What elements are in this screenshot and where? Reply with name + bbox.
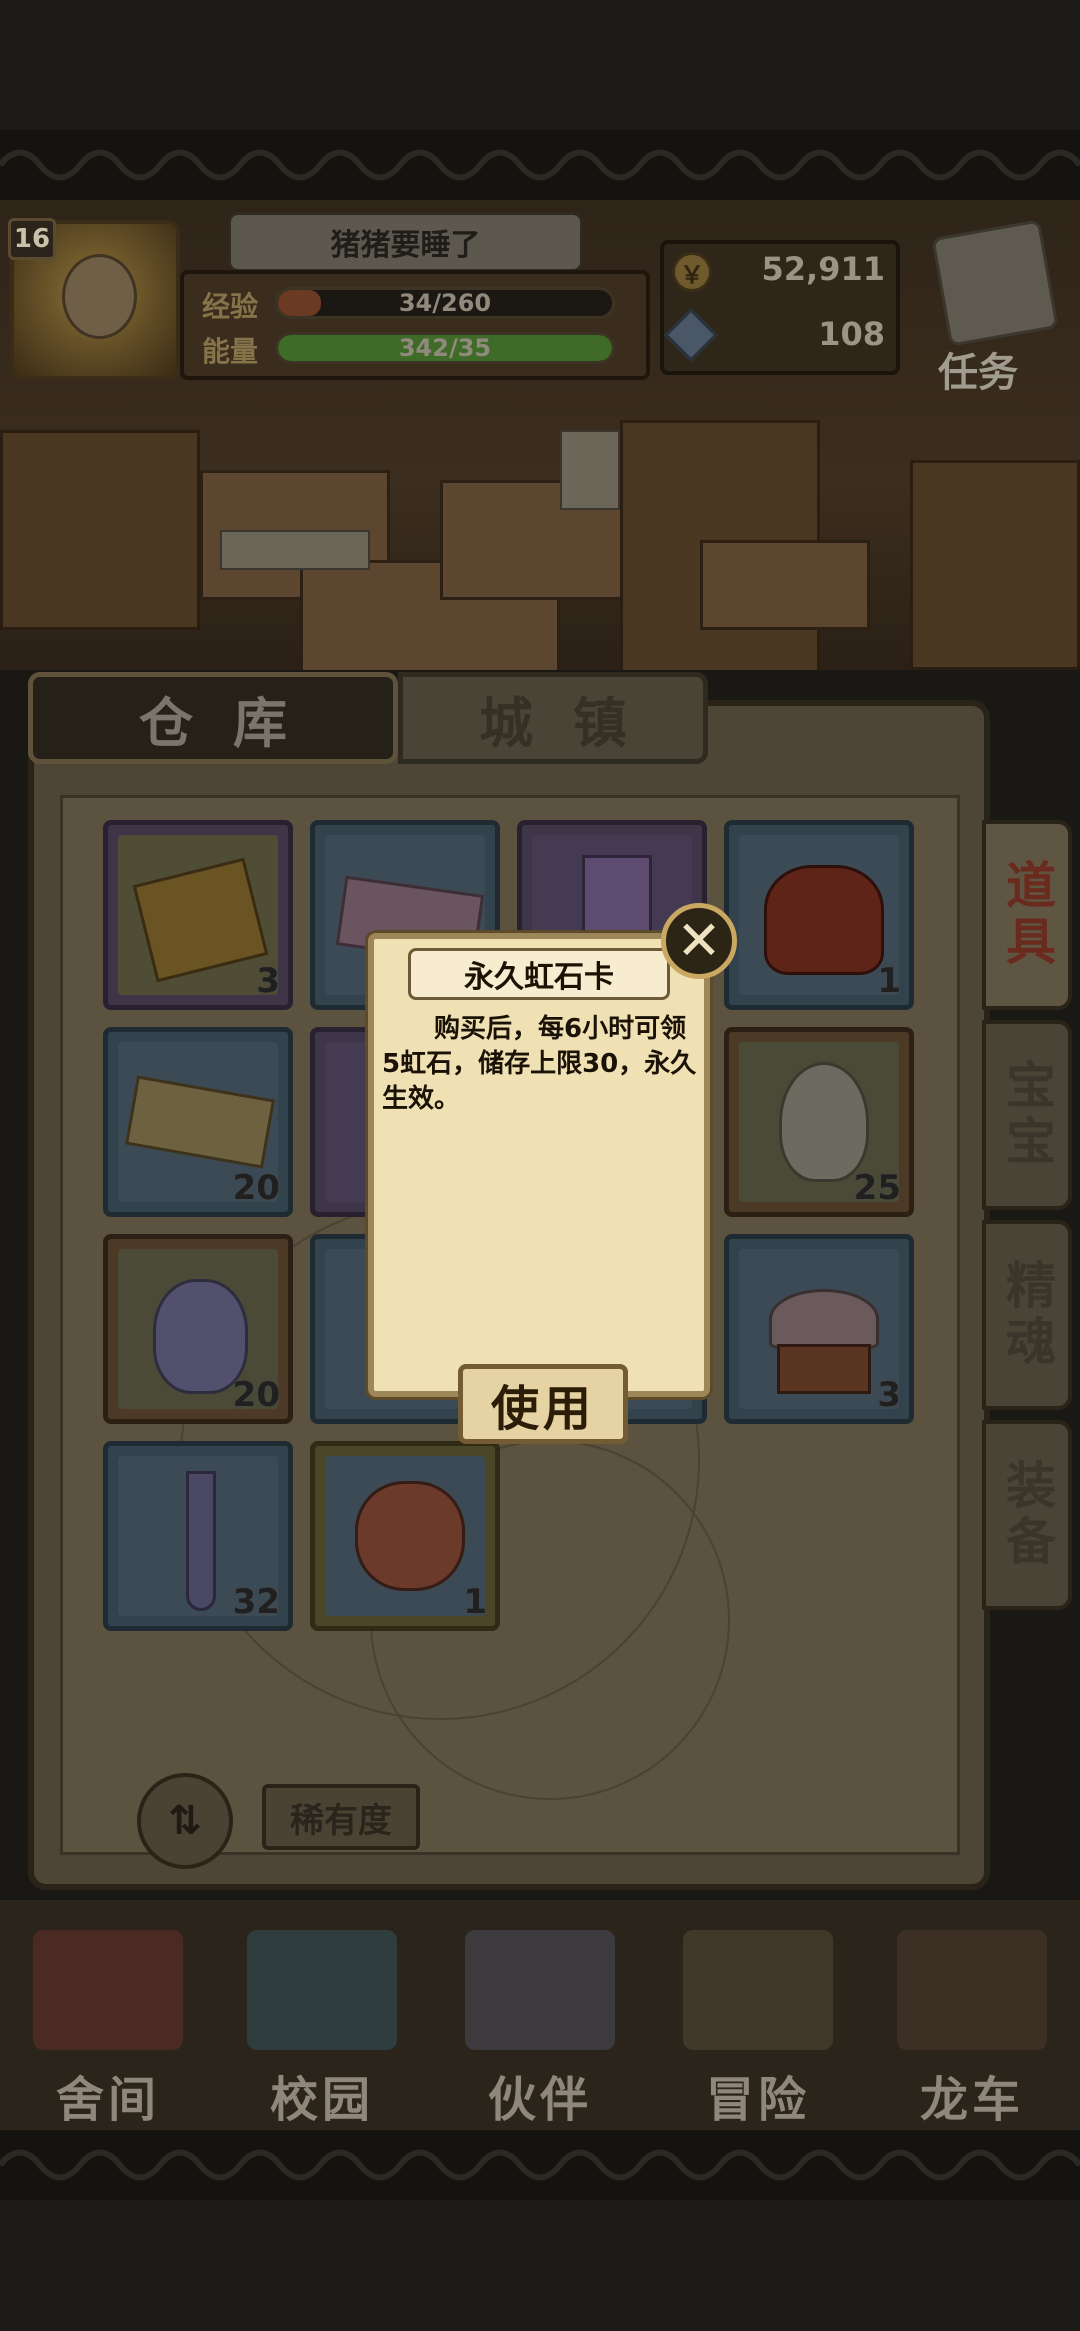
side-tab-souls[interactable]: 精魂 bbox=[982, 1220, 1072, 1410]
adventure-icon bbox=[683, 1930, 833, 2050]
nav-campus[interactable]: 校园 bbox=[222, 1920, 422, 2130]
nav-partner[interactable]: 伙伴 bbox=[440, 1920, 640, 2130]
item-detail-popup bbox=[368, 933, 710, 1397]
tab-town[interactable]: 城镇 bbox=[398, 672, 708, 764]
test-tube-icon bbox=[186, 1471, 216, 1611]
swirl-border bbox=[0, 130, 1080, 200]
item-count: 25 bbox=[853, 1168, 901, 1208]
gem-value: 108 bbox=[818, 315, 885, 353]
nav-label: 伙伴 bbox=[487, 2072, 592, 2128]
item-count: 1 bbox=[463, 1582, 487, 1622]
dragon-cart-icon bbox=[897, 1930, 1047, 2050]
house-icon bbox=[33, 1930, 183, 2050]
level-badge: 16 bbox=[8, 218, 56, 260]
nav-label: 冒险 bbox=[705, 2072, 810, 2128]
item-count: 20 bbox=[232, 1375, 280, 1415]
bottom-band bbox=[0, 2130, 1080, 2331]
rarity-sort-button[interactable]: 稀有度 bbox=[262, 1784, 420, 1850]
item-slot-gift-bag[interactable]: 1 bbox=[310, 1441, 500, 1631]
sort-button[interactable]: ⇅ bbox=[137, 1773, 233, 1869]
item-count: 20 bbox=[232, 1168, 280, 1208]
exp-value: 34/260 bbox=[398, 289, 492, 317]
item-slot-winged-ticket[interactable]: 20 bbox=[103, 1027, 293, 1217]
item-slot-red-sack[interactable]: 1 bbox=[724, 820, 914, 1010]
close-popup-button[interactable]: ✕ bbox=[661, 903, 737, 979]
use-button[interactable]: 使用 bbox=[458, 1364, 628, 1444]
item-count: 1 bbox=[877, 961, 901, 1001]
sack-icon bbox=[764, 865, 884, 975]
cupcake-base-icon bbox=[777, 1344, 871, 1394]
witch-partner-icon bbox=[465, 1930, 615, 2050]
scroll-icon bbox=[931, 219, 1059, 347]
status-title: 猪猪要睡了 bbox=[228, 212, 583, 272]
energy-value: 342/35 bbox=[398, 334, 492, 362]
cupcake-frosting-icon bbox=[769, 1289, 879, 1349]
item-slot-winged-clock-egg[interactable]: 25 bbox=[724, 1027, 914, 1217]
close-icon: ✕ bbox=[676, 909, 722, 972]
nav-dorm[interactable]: 舍间 bbox=[8, 1920, 208, 2130]
nav-label: 校园 bbox=[269, 2072, 374, 2128]
nav-label: 舍间 bbox=[55, 2072, 160, 2128]
item-count: 3 bbox=[256, 961, 280, 1001]
tab-warehouse[interactable]: 仓库 bbox=[28, 672, 398, 764]
gold-value: 52,911 bbox=[761, 250, 885, 288]
task-label[interactable]: 任务 bbox=[938, 340, 1018, 398]
item-count: 32 bbox=[232, 1582, 280, 1622]
item-slot-test-tube[interactable]: 32 bbox=[103, 1441, 293, 1631]
nav-adventure[interactable]: 冒险 bbox=[658, 1920, 858, 2130]
side-tab-equipment[interactable]: 装备 bbox=[982, 1420, 1072, 1610]
popup-title: 永久虹石卡 bbox=[408, 948, 670, 1000]
gift-bag-icon bbox=[355, 1481, 465, 1591]
energy-label: 能量 bbox=[202, 335, 259, 368]
campus-icon bbox=[247, 1930, 397, 2050]
exp-bar: 34/260 bbox=[275, 287, 615, 319]
item-slot-golden-book[interactable]: 3 bbox=[103, 820, 293, 1010]
side-tab-items[interactable]: 道具 bbox=[982, 820, 1072, 1010]
item-slot-cupcake[interactable]: 3 bbox=[724, 1234, 914, 1424]
side-tab-babies[interactable]: 宝宝 bbox=[982, 1020, 1072, 1210]
energy-bar: 342/35 bbox=[275, 332, 615, 364]
item-count: 3 bbox=[877, 1375, 901, 1415]
nav-dragon-cart[interactable]: 龙车 bbox=[872, 1920, 1072, 2130]
nav-label: 龙车 bbox=[919, 2072, 1024, 2128]
clock-egg-icon bbox=[779, 1062, 869, 1182]
popup-description: 购买后，每6小时可领5虹石，储存上限30，永久生效。 bbox=[382, 1014, 697, 1114]
top-band bbox=[0, 0, 1080, 200]
item-slot-potion-bottle[interactable]: 20 bbox=[103, 1234, 293, 1424]
exp-label: 经验 bbox=[202, 290, 259, 323]
swirl-border bbox=[0, 2130, 1080, 2200]
gold-coin-icon: ￥ bbox=[672, 252, 712, 292]
